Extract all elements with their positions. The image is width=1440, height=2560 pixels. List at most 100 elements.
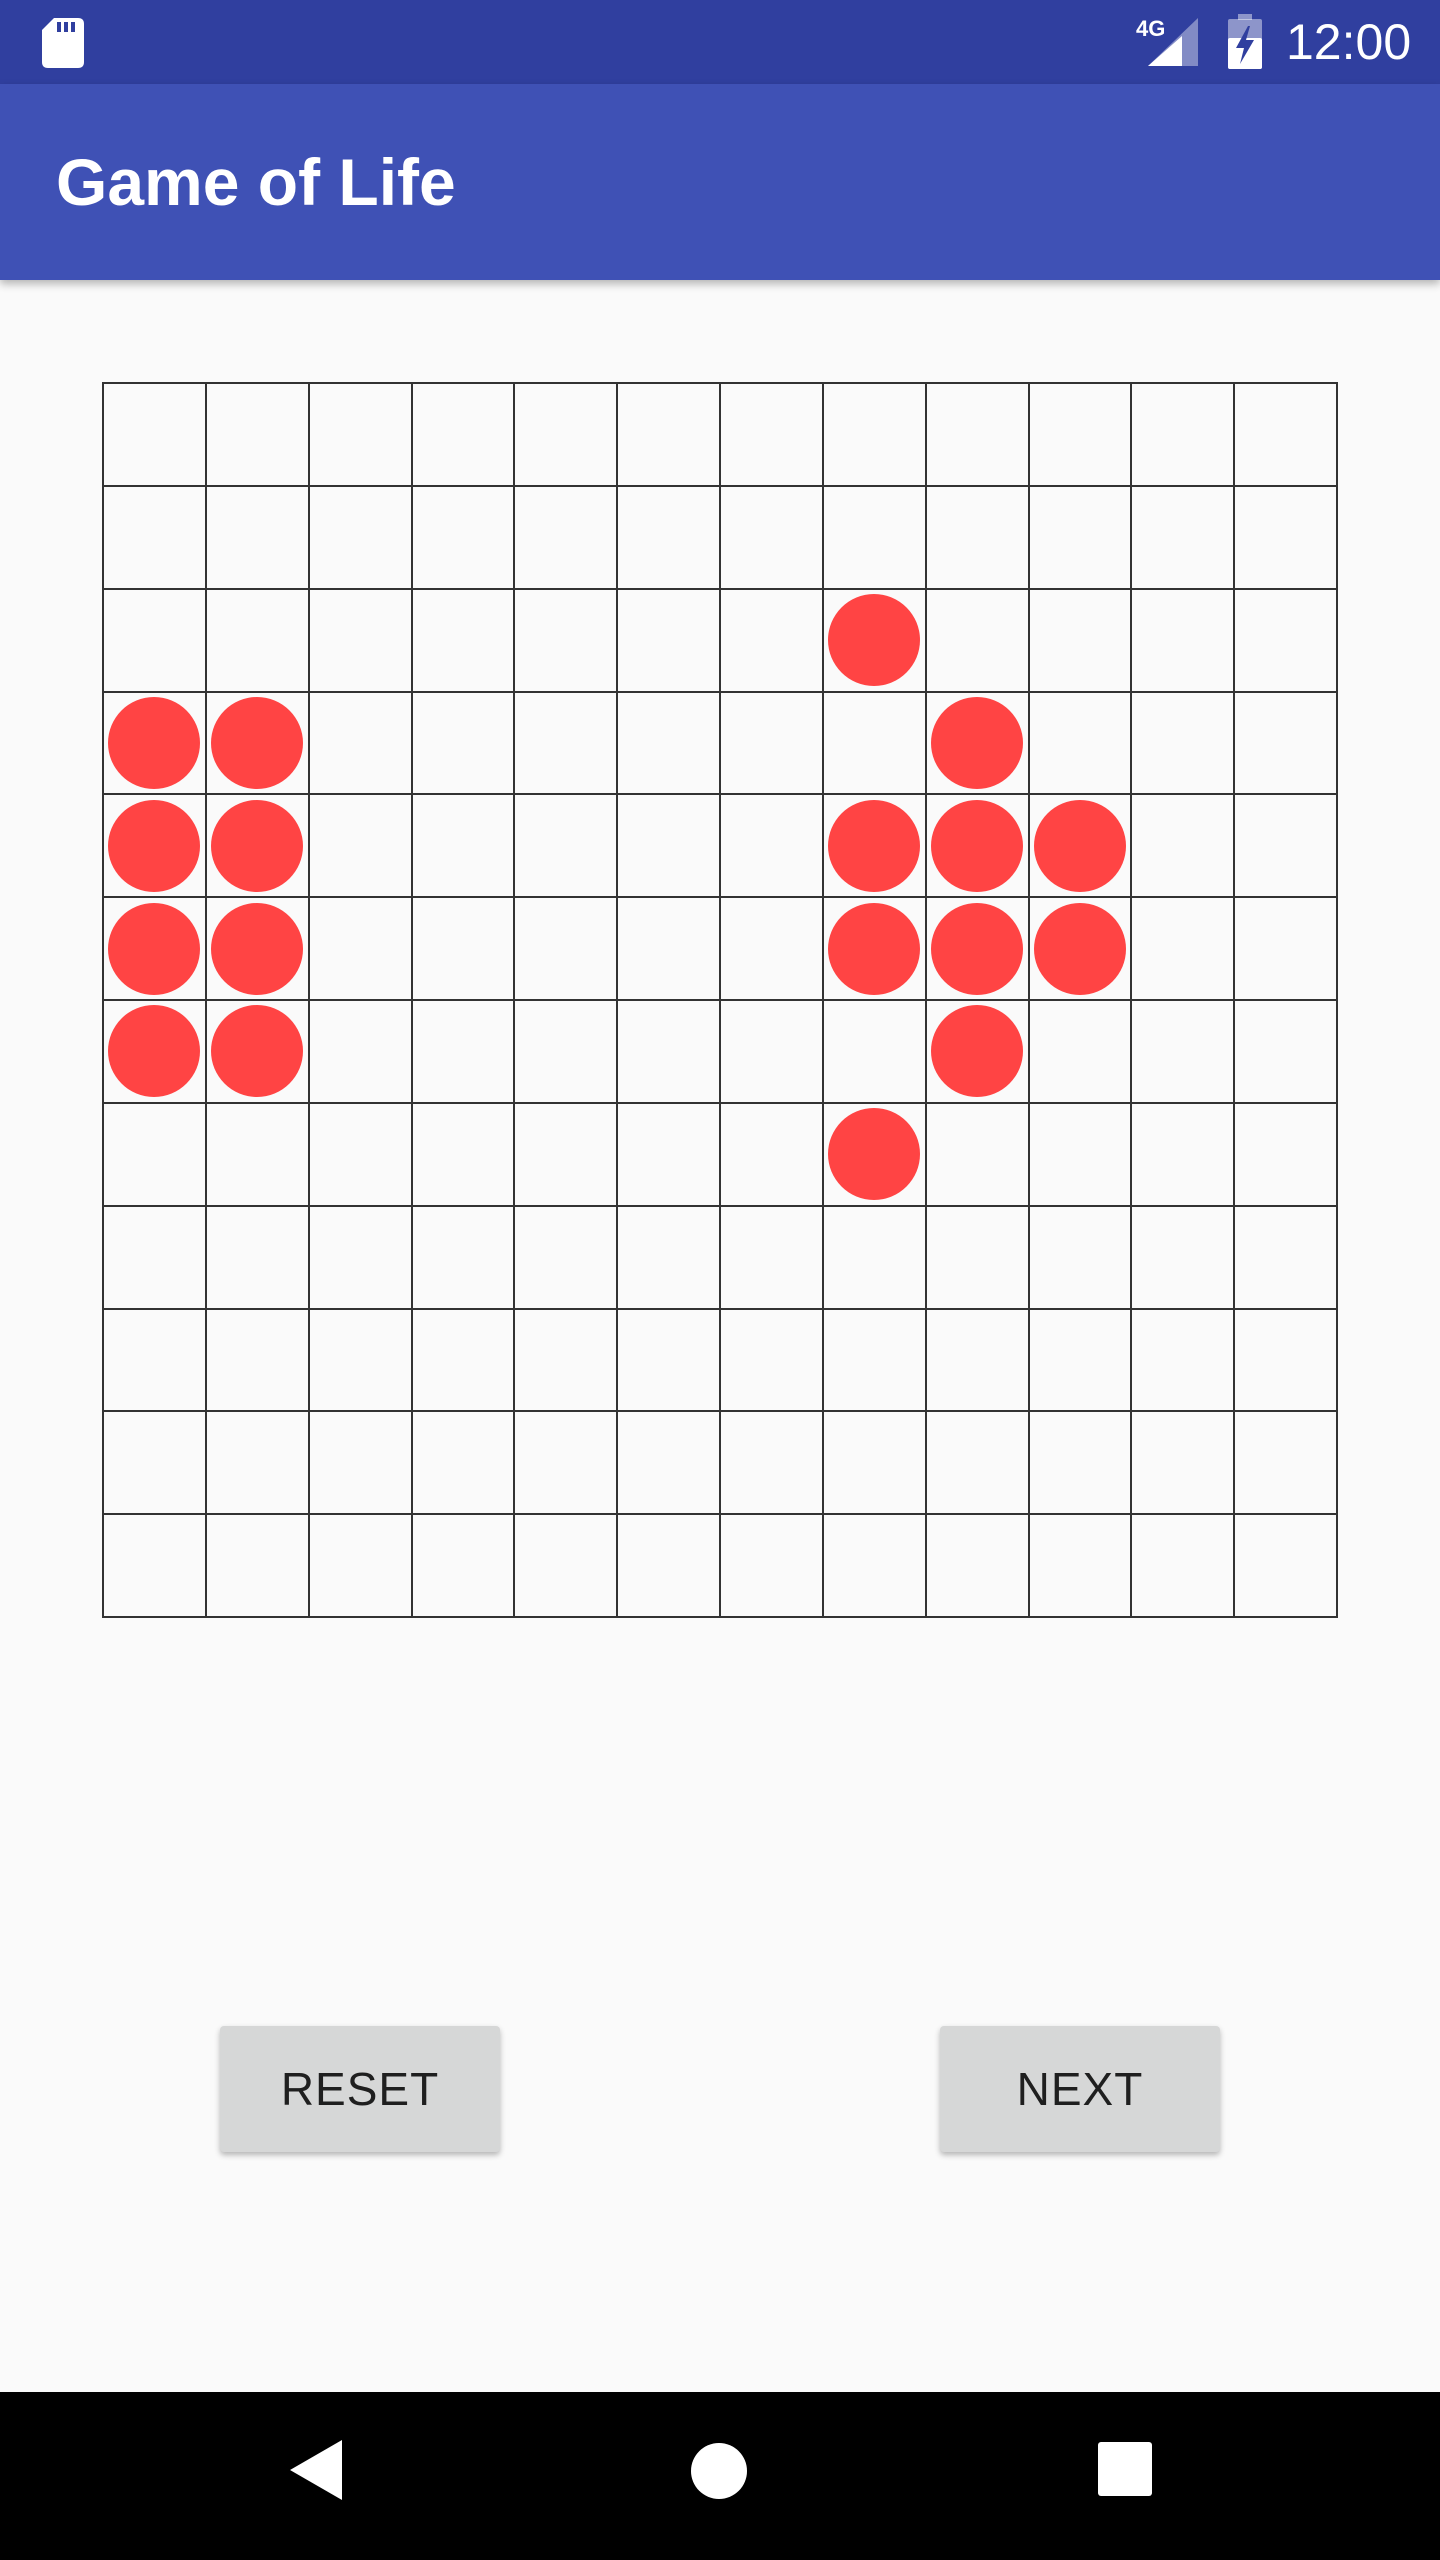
board-cell[interactable] <box>1029 1412 1133 1516</box>
board-cell[interactable] <box>309 692 413 796</box>
board-cell[interactable] <box>618 1515 721 1618</box>
board-cell[interactable] <box>206 1206 310 1310</box>
board-cell[interactable] <box>1235 898 1338 1001</box>
board-cell[interactable] <box>309 1206 413 1310</box>
board-cell[interactable] <box>104 692 207 796</box>
board-cell[interactable] <box>412 1001 516 1104</box>
board-cell[interactable] <box>618 1412 721 1516</box>
board-cell[interactable] <box>412 1103 516 1207</box>
board-cell[interactable] <box>309 1515 413 1618</box>
board-cell[interactable] <box>104 486 207 590</box>
board-cell[interactable] <box>206 1412 310 1516</box>
board-cell[interactable] <box>823 898 927 1001</box>
board-cell[interactable] <box>104 898 207 1001</box>
board-cell[interactable] <box>721 1001 824 1104</box>
board-cell[interactable] <box>618 486 721 590</box>
board-cell[interactable] <box>926 1001 1030 1104</box>
board-cell[interactable] <box>1029 1001 1133 1104</box>
board-cell[interactable] <box>206 384 310 487</box>
board-cell[interactable] <box>206 1515 310 1618</box>
board-cell[interactable] <box>721 1103 824 1207</box>
board-cell[interactable] <box>1235 384 1338 487</box>
board-cell[interactable] <box>1132 795 1236 899</box>
board-cell[interactable] <box>412 1309 516 1413</box>
board-cell[interactable] <box>206 589 310 693</box>
board-cell[interactable] <box>1235 1309 1338 1413</box>
board-cell[interactable] <box>721 1412 824 1516</box>
board-cell[interactable] <box>823 1515 927 1618</box>
board-cell[interactable] <box>104 795 207 899</box>
board-cell[interactable] <box>1029 1103 1133 1207</box>
board-cell[interactable] <box>309 1001 413 1104</box>
board-cell[interactable] <box>618 795 721 899</box>
board-cell[interactable] <box>926 1103 1030 1207</box>
board-cell[interactable] <box>515 1206 619 1310</box>
board-cell[interactable] <box>1132 589 1236 693</box>
board-cell[interactable] <box>309 1412 413 1516</box>
back-icon[interactable] <box>288 2438 344 2502</box>
board-cell[interactable] <box>309 898 413 1001</box>
board-cell[interactable] <box>104 1206 207 1310</box>
board-cell[interactable] <box>618 692 721 796</box>
board-cell[interactable] <box>206 898 310 1001</box>
board-cell[interactable] <box>1132 1515 1236 1618</box>
board-cell[interactable] <box>515 589 619 693</box>
board-cell[interactable] <box>1029 795 1133 899</box>
board-cell[interactable] <box>926 1412 1030 1516</box>
board-cell[interactable] <box>412 1206 516 1310</box>
recents-icon[interactable] <box>1098 2442 1152 2496</box>
board-cell[interactable] <box>515 1309 619 1413</box>
board-cell[interactable] <box>412 898 516 1001</box>
next-button[interactable]: NEXT <box>940 2026 1220 2152</box>
home-icon[interactable] <box>690 2442 748 2500</box>
board-cell[interactable] <box>206 1309 310 1413</box>
board-cell[interactable] <box>1132 1309 1236 1413</box>
board-cell[interactable] <box>309 589 413 693</box>
board-cell[interactable] <box>1132 486 1236 590</box>
board-cell[interactable] <box>206 1001 310 1104</box>
board-cell[interactable] <box>104 1103 207 1207</box>
board-cell[interactable] <box>823 486 927 590</box>
board-cell[interactable] <box>1235 1412 1338 1516</box>
board-cell[interactable] <box>618 898 721 1001</box>
board-cell[interactable] <box>1235 1001 1338 1104</box>
board-cell[interactable] <box>309 1309 413 1413</box>
board-cell[interactable] <box>1132 692 1236 796</box>
board-cell[interactable] <box>618 1206 721 1310</box>
board-cell[interactable] <box>206 486 310 590</box>
board-cell[interactable] <box>309 486 413 590</box>
board-cell[interactable] <box>926 1309 1030 1413</box>
board-cell[interactable] <box>1235 486 1338 590</box>
board-cell[interactable] <box>104 1412 207 1516</box>
board-cell[interactable] <box>926 589 1030 693</box>
board-cell[interactable] <box>104 1001 207 1104</box>
board-cell[interactable] <box>721 898 824 1001</box>
board-cell[interactable] <box>823 1412 927 1516</box>
board-cell[interactable] <box>926 692 1030 796</box>
board-cell[interactable] <box>1029 486 1133 590</box>
board-cell[interactable] <box>1029 1515 1133 1618</box>
board-cell[interactable] <box>1132 1001 1236 1104</box>
board-cell[interactable] <box>206 795 310 899</box>
board-cell[interactable] <box>721 1515 824 1618</box>
board-cell[interactable] <box>515 384 619 487</box>
board-cell[interactable] <box>309 795 413 899</box>
board-cell[interactable] <box>721 1206 824 1310</box>
board-cell[interactable] <box>926 486 1030 590</box>
board-cell[interactable] <box>721 486 824 590</box>
board-cell[interactable] <box>1235 1206 1338 1310</box>
board-cell[interactable] <box>1235 795 1338 899</box>
board-cell[interactable] <box>721 795 824 899</box>
board-cell[interactable] <box>823 384 927 487</box>
board-cell[interactable] <box>412 589 516 693</box>
board-cell[interactable] <box>1029 1309 1133 1413</box>
board-cell[interactable] <box>515 692 619 796</box>
board-cell[interactable] <box>823 795 927 899</box>
board-cell[interactable] <box>309 1103 413 1207</box>
board-cell[interactable] <box>1029 692 1133 796</box>
board-cell[interactable] <box>515 1515 619 1618</box>
board-cell[interactable] <box>515 1103 619 1207</box>
board-cell[interactable] <box>618 1103 721 1207</box>
board-cell[interactable] <box>515 795 619 899</box>
board-cell[interactable] <box>618 589 721 693</box>
